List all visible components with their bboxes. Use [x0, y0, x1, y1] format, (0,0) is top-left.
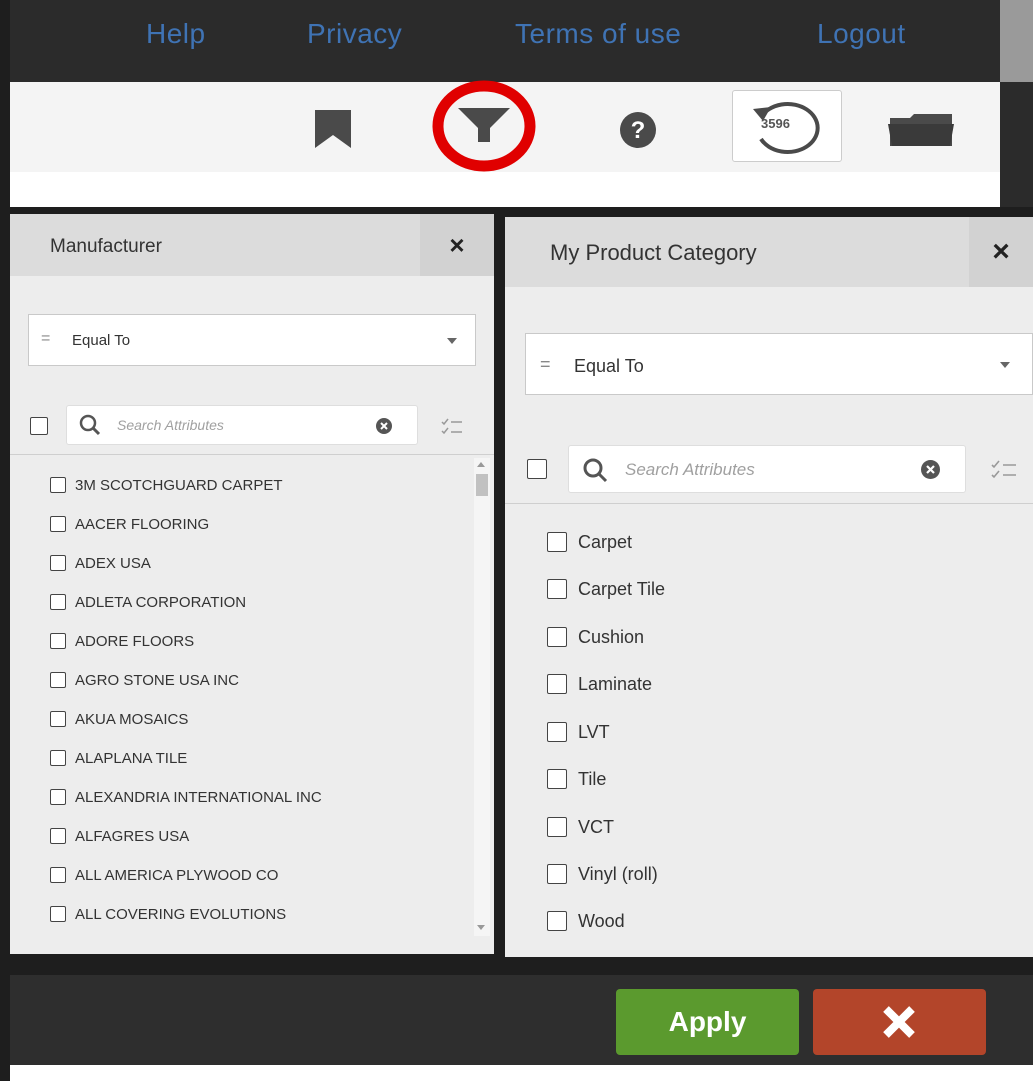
terms-of-use-link[interactable]: Terms of use [515, 18, 681, 50]
checklist-icon[interactable] [990, 459, 1018, 481]
item-checkbox[interactable] [50, 789, 66, 805]
item-label: ADEX USA [75, 555, 151, 572]
scrollbar[interactable] [474, 458, 490, 936]
item-checkbox[interactable] [50, 750, 66, 766]
scroll-up-icon[interactable] [477, 462, 485, 467]
window-edge [1000, 82, 1033, 207]
item-label: LVT [578, 722, 610, 742]
search-icon [583, 458, 608, 483]
cancel-button[interactable] [813, 989, 986, 1055]
item-label: ADORE FLOORS [75, 633, 195, 650]
search-placeholder: Search Attributes [625, 460, 755, 479]
panel-header: My Product Category × [505, 217, 1033, 287]
select-all-checkbox[interactable] [30, 417, 48, 435]
footer-bar: Apply [10, 975, 1033, 1065]
item-checkbox[interactable] [50, 516, 66, 532]
page-bottom [10, 1065, 1033, 1081]
bookmark-icon[interactable] [313, 110, 353, 148]
category-filter-panel: My Product Category × = Equal To Search … [505, 217, 1033, 957]
filter-icon[interactable] [428, 78, 540, 174]
scroll-down-icon[interactable] [477, 925, 485, 930]
item-label: ADLETA CORPORATION [75, 594, 247, 611]
item-checkbox[interactable] [547, 817, 567, 837]
close-button[interactable]: × [969, 217, 1033, 287]
item-label: Cushion [578, 627, 645, 647]
item-checkbox[interactable] [547, 579, 567, 599]
item-checkbox[interactable] [547, 722, 567, 742]
close-icon [883, 1006, 915, 1038]
help-link[interactable]: Help [146, 18, 206, 50]
item-label: ALL COVERING EVOLUTIONS [75, 906, 287, 923]
checklist-icon[interactable] [440, 417, 464, 437]
item-label: 3M SCOTCHGUARD CARPET [75, 477, 283, 494]
privacy-link[interactable]: Privacy [307, 18, 402, 50]
item-checkbox[interactable] [547, 769, 567, 789]
scrollbar-strip [1000, 0, 1033, 82]
clear-icon[interactable] [921, 460, 940, 479]
item-checkbox[interactable] [547, 532, 567, 552]
search-input[interactable]: Search Attributes [66, 405, 418, 445]
chevron-down-icon [447, 338, 457, 344]
item-label: Vinyl (roll) [578, 864, 658, 884]
item-checkbox[interactable] [50, 711, 66, 727]
item-label: ALFAGRES USA [75, 828, 190, 845]
operator-select[interactable]: = Equal To [525, 333, 1033, 395]
item-label: AGRO STONE USA INC [75, 672, 239, 689]
divider [505, 503, 1033, 504]
equal-icon: = [41, 330, 51, 347]
search-input[interactable]: Search Attributes [568, 445, 966, 493]
clear-icon[interactable] [376, 418, 392, 434]
item-checkbox[interactable] [547, 911, 567, 931]
panel-title: My Product Category [550, 240, 757, 265]
item-label: Carpet Tile [578, 579, 666, 599]
select-all-checkbox[interactable] [527, 459, 547, 479]
svg-text:?: ? [631, 117, 646, 144]
toolbar-spacer [10, 172, 1000, 207]
item-label: ALEXANDRIA INTERNATIONAL INC [75, 789, 322, 806]
item-checkbox[interactable] [50, 594, 66, 610]
close-button[interactable]: × [420, 214, 494, 276]
help-icon[interactable]: ? [618, 110, 658, 150]
item-label: ALAPLANA TILE [75, 750, 188, 767]
manufacturer-filter-panel: Manufacturer × = Equal To Search Attribu… [10, 214, 494, 954]
item-label: AACER FLOORING [75, 516, 210, 533]
chevron-down-icon [1000, 362, 1010, 368]
apply-button[interactable]: Apply [616, 989, 799, 1055]
top-navigation: Help Privacy Terms of use Logout [10, 0, 1000, 82]
search-placeholder: Search Attributes [117, 417, 224, 433]
divider [10, 454, 494, 455]
item-checkbox[interactable] [50, 867, 66, 883]
item-label: ALL AMERICA PLYWOOD CO [75, 867, 279, 884]
panel-header: Manufacturer × [10, 214, 494, 276]
item-label: Tile [578, 769, 607, 789]
item-label: Wood [578, 911, 625, 931]
item-label: Carpet [578, 532, 633, 552]
panel-title: Manufacturer [50, 236, 162, 257]
item-checkbox[interactable] [547, 627, 567, 647]
item-checkbox[interactable] [50, 633, 66, 649]
item-checkbox[interactable] [547, 674, 567, 694]
item-label: AKUA MOSAICS [75, 711, 189, 728]
item-checkbox[interactable] [547, 864, 567, 884]
toolbar: ? 3596 [10, 80, 1000, 173]
history-count: 3596 [761, 116, 790, 131]
equal-icon: = [540, 354, 551, 374]
item-checkbox[interactable] [50, 828, 66, 844]
history-button[interactable]: 3596 [732, 90, 842, 162]
search-icon [79, 414, 101, 436]
item-checkbox[interactable] [50, 906, 66, 922]
item-checkbox[interactable] [50, 672, 66, 688]
scroll-thumb[interactable] [476, 474, 488, 496]
item-checkbox[interactable] [50, 477, 66, 493]
item-checkbox[interactable] [50, 555, 66, 571]
item-label: Laminate [578, 674, 653, 694]
operator-value: Equal To [574, 356, 644, 376]
folder-icon[interactable] [886, 112, 956, 148]
operator-select[interactable]: = Equal To [28, 314, 476, 366]
logout-link[interactable]: Logout [817, 18, 906, 50]
item-label: VCT [578, 817, 614, 837]
operator-value: Equal To [72, 332, 131, 349]
